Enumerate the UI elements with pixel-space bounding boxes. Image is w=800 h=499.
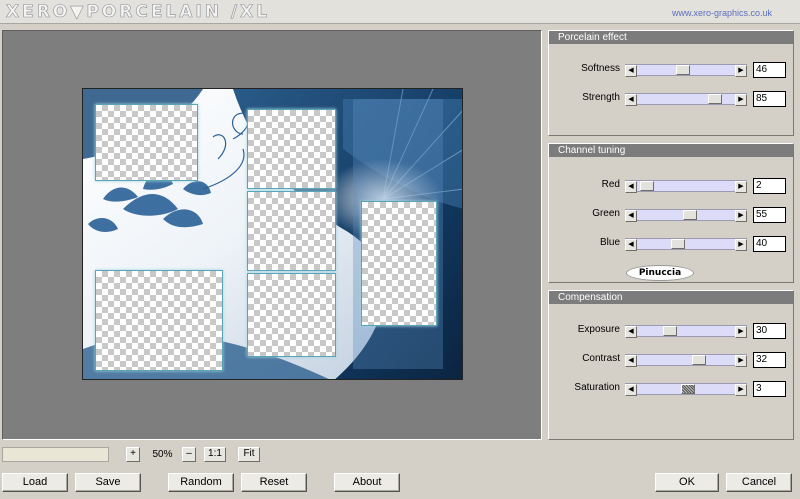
app-title: XERO▼PORCELAIN /XL <box>6 2 271 23</box>
saturation-value-field[interactable]: 3 <box>753 381 786 397</box>
slider-label: Softness <box>581 63 620 74</box>
slider-thumb[interactable] <box>692 355 707 365</box>
status-field <box>2 447 109 462</box>
arrow-right-icon[interactable]: ▶ <box>735 239 747 251</box>
saturation-slider[interactable]: ◀ ▶ <box>625 383 747 396</box>
arrow-left-icon[interactable]: ◀ <box>625 94 637 106</box>
arrow-right-icon[interactable]: ▶ <box>735 94 747 106</box>
photo-placeholder-2 <box>247 109 336 189</box>
website-link[interactable]: www.xero-graphics.co.uk <box>672 8 772 18</box>
zoom-level: 50% <box>152 449 173 460</box>
red-value-field[interactable]: 2 <box>753 178 786 194</box>
blue-value-field[interactable]: 40 <box>753 236 786 252</box>
green-value-field[interactable]: 55 <box>753 207 786 223</box>
softness-slider[interactable]: ◀ ▶ <box>625 64 747 77</box>
arrow-left-icon[interactable]: ◀ <box>625 210 637 222</box>
arrow-right-icon[interactable]: ▶ <box>735 181 747 193</box>
arrow-left-icon[interactable]: ◀ <box>625 65 637 77</box>
slider-label: Saturation <box>574 382 620 393</box>
strength-control: Strength ◀ ▶ 85 <box>549 91 795 107</box>
slider-label: Strength <box>582 92 620 103</box>
arrow-right-icon[interactable]: ▶ <box>735 355 747 367</box>
arrow-left-icon[interactable]: ◀ <box>625 384 637 396</box>
arrow-right-icon[interactable]: ▶ <box>735 384 747 396</box>
softness-value-field[interactable]: 46 <box>753 62 786 78</box>
saturation-control: Saturation ◀ ▶ 3 <box>549 381 795 397</box>
strength-value-field[interactable]: 85 <box>753 91 786 107</box>
preview-panel[interactable] <box>2 30 542 440</box>
photo-placeholder-6 <box>361 201 437 326</box>
red-slider[interactable]: ◀ ▶ <box>625 180 747 193</box>
slider-label: Red <box>601 179 620 190</box>
panel-title: Porcelain effect <box>549 31 793 44</box>
strength-slider[interactable]: ◀ ▶ <box>625 93 747 106</box>
slider-thumb[interactable] <box>639 181 654 191</box>
slider-label: Exposure <box>577 324 620 335</box>
zoom-in-button[interactable]: + <box>126 447 140 462</box>
zoom-out-button[interactable]: – <box>182 447 196 462</box>
load-button[interactable]: Load <box>2 473 68 492</box>
ok-button[interactable]: OK <box>655 473 719 492</box>
green-control: Green ◀ ▶ 55 <box>549 207 795 223</box>
about-button[interactable]: About <box>334 473 400 492</box>
compensation-panel: Compensation Exposure ◀ ▶ 30 Contrast ◀ … <box>548 290 794 440</box>
photo-placeholder-1 <box>95 104 198 181</box>
watermark-logo: Pinuccia <box>626 265 694 281</box>
slider-thumb[interactable] <box>681 384 696 394</box>
arrow-left-icon[interactable]: ◀ <box>625 326 637 338</box>
slider-label: Contrast <box>582 353 620 364</box>
slider-thumb[interactable] <box>707 94 722 104</box>
panel-title: Channel tuning <box>549 144 793 157</box>
arrow-left-icon[interactable]: ◀ <box>625 355 637 367</box>
contrast-value-field[interactable]: 32 <box>753 352 786 368</box>
slider-thumb[interactable] <box>670 239 685 249</box>
arrow-right-icon[interactable]: ▶ <box>735 210 747 222</box>
green-slider[interactable]: ◀ ▶ <box>625 209 747 222</box>
random-button[interactable]: Random <box>168 473 234 492</box>
exposure-value-field[interactable]: 30 <box>753 323 786 339</box>
arrow-right-icon[interactable]: ▶ <box>735 326 747 338</box>
slider-label: Green <box>592 208 620 219</box>
blue-slider[interactable]: ◀ ▶ <box>625 238 747 251</box>
slider-label: Blue <box>599 237 620 248</box>
slider-thumb[interactable] <box>675 65 690 75</box>
porcelain-effect-panel: Porcelain effect Softness ◀ ▶ 46 Strengt… <box>548 30 794 136</box>
save-button[interactable]: Save <box>75 473 141 492</box>
exposure-slider[interactable]: ◀ ▶ <box>625 325 747 338</box>
photo-placeholder-3 <box>247 191 336 271</box>
channel-tuning-panel: Channel tuning Red ◀ ▶ 2 Green ◀ ▶ 55 Bl… <box>548 143 794 283</box>
title-bar: XERO▼PORCELAIN /XL www.xero-graphics.co.… <box>0 0 800 24</box>
arrow-left-icon[interactable]: ◀ <box>625 181 637 193</box>
zoom-actual-size-button[interactable]: 1:1 <box>204 447 226 462</box>
cancel-button[interactable]: Cancel <box>726 473 792 492</box>
reset-button[interactable]: Reset <box>241 473 307 492</box>
red-control: Red ◀ ▶ 2 <box>549 178 795 194</box>
panel-title: Compensation <box>549 291 793 304</box>
softness-control: Softness ◀ ▶ 46 <box>549 62 795 78</box>
slider-thumb[interactable] <box>683 210 698 220</box>
contrast-slider[interactable]: ◀ ▶ <box>625 354 747 367</box>
arrow-left-icon[interactable]: ◀ <box>625 239 637 251</box>
photo-placeholder-5 <box>95 270 223 371</box>
arrow-right-icon[interactable]: ▶ <box>735 65 747 77</box>
contrast-control: Contrast ◀ ▶ 32 <box>549 352 795 368</box>
blue-control: Blue ◀ ▶ 40 <box>549 236 795 252</box>
preview-image[interactable] <box>82 88 463 380</box>
photo-placeholder-4 <box>247 273 336 357</box>
slider-thumb[interactable] <box>662 326 677 336</box>
zoom-fit-button[interactable]: Fit <box>238 447 260 462</box>
exposure-control: Exposure ◀ ▶ 30 <box>549 323 795 339</box>
